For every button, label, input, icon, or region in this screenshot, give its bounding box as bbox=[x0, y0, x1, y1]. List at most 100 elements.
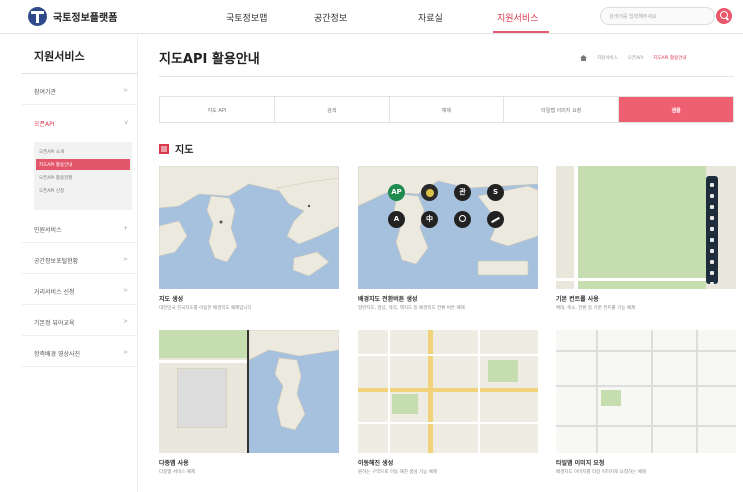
tab-example[interactable]: 예제 bbox=[390, 97, 505, 122]
chevron-right-icon: > bbox=[122, 349, 128, 356]
zoom-level-icon[interactable] bbox=[710, 205, 714, 209]
search-input[interactable]: 검색어를 입력해주세요 bbox=[600, 7, 715, 25]
zoom-level-icon[interactable] bbox=[710, 216, 714, 220]
submenu-item-intro[interactable]: 오픈API 소개 bbox=[36, 146, 130, 157]
breadcrumb-current: 지도API 활용안내 bbox=[653, 56, 687, 61]
card-title[interactable]: 다중맵 사용 bbox=[159, 458, 189, 467]
plus-icon: + bbox=[122, 225, 128, 232]
card-title[interactable]: 기본 컨트롤 사용 bbox=[556, 294, 599, 303]
road bbox=[358, 354, 538, 356]
zoom-level-icon[interactable] bbox=[710, 194, 714, 198]
satellite-icon bbox=[425, 188, 434, 197]
submenu-item-status[interactable]: 오픈API 활용현황 bbox=[36, 172, 130, 183]
basemap-button-chinese[interactable]: 中 bbox=[421, 211, 438, 228]
zoom-in-icon[interactable] bbox=[710, 183, 714, 187]
sidebar-item-label: 민원서비스 bbox=[34, 227, 62, 234]
basemap-button-ap[interactable]: AP bbox=[388, 184, 405, 201]
site-logo[interactable]: 국토정보플랫폼 bbox=[28, 7, 117, 26]
zoom-out-icon[interactable] bbox=[710, 282, 714, 286]
map-thumbnail[interactable] bbox=[556, 166, 736, 289]
card-title[interactable]: 타일맵 이미지 요청 bbox=[556, 458, 604, 467]
breadcrumb-item[interactable]: 오픈API bbox=[628, 55, 643, 61]
road bbox=[159, 360, 247, 363]
sidebar-item-participants[interactable]: 참여기관 > bbox=[22, 75, 138, 105]
card-description: 대한민국 전국지도를 이용한 배경지도 예제입니다 bbox=[159, 306, 252, 311]
road bbox=[388, 330, 390, 453]
basemap-button-s[interactable]: S bbox=[487, 184, 504, 201]
road bbox=[696, 330, 698, 453]
chevron-right-icon: > bbox=[122, 287, 128, 294]
tab-sample[interactable]: 샘플 bbox=[619, 97, 733, 122]
sidebar: 지원서비스 참여기관 > 오픈API v 오픈API 소개 지도API 활용안내 오… bbox=[22, 35, 138, 492]
road bbox=[556, 350, 736, 352]
zoom-level-icon[interactable] bbox=[710, 227, 714, 231]
road bbox=[556, 425, 736, 427]
sidebar-item-civil[interactable]: 민원서비스 + bbox=[22, 213, 138, 243]
map-thumbnail[interactable]: AP 관 S A 中 bbox=[358, 166, 538, 289]
zoom-level-icon[interactable] bbox=[710, 238, 714, 242]
sidebar-item-distance[interactable]: 거리서비스 신청 > bbox=[22, 275, 138, 305]
card-description: 확대, 축소, 전환 등 기본 컨트롤 기능 예제 bbox=[556, 306, 636, 311]
card-description: 배경지도 이미지를 타일 이미지로 요청하는 예제 bbox=[556, 470, 646, 475]
breadcrumb: 지원서비스 오픈API 지도API 활용안내 bbox=[580, 55, 687, 61]
chevron-right-icon: > bbox=[122, 318, 128, 325]
chevron-down-icon: v bbox=[124, 119, 128, 126]
map-thumbnail[interactable] bbox=[159, 166, 339, 289]
active-nav-underline bbox=[493, 31, 549, 33]
route-icon bbox=[491, 216, 500, 223]
map-thumbnail[interactable] bbox=[556, 330, 736, 453]
map-thumbnail[interactable] bbox=[159, 330, 339, 453]
title-divider bbox=[159, 76, 734, 77]
map-split-divider[interactable] bbox=[247, 330, 249, 453]
nav-item-map[interactable]: 국토정보맵 bbox=[226, 11, 267, 24]
submenu-item-guide[interactable]: 지도API 활용안내 bbox=[36, 159, 130, 170]
section-title: 지도 bbox=[175, 145, 194, 156]
sidebar-item-openapi[interactable]: 오픈API v bbox=[22, 107, 138, 137]
map-thumbnail[interactable] bbox=[358, 330, 538, 453]
chevron-right-icon: > bbox=[122, 256, 128, 263]
korea-map-image bbox=[159, 166, 339, 289]
park-area bbox=[488, 360, 518, 382]
road bbox=[358, 388, 538, 392]
sidebar-item-label: 오픈API bbox=[34, 121, 55, 128]
tab-tile-image[interactable]: 타일맵 이미지 요청 bbox=[504, 97, 620, 122]
tab-search[interactable]: 검색 bbox=[275, 97, 390, 122]
map-zoom-control[interactable] bbox=[706, 176, 718, 286]
zoom-level-icon[interactable] bbox=[710, 271, 714, 275]
breadcrumb-item[interactable]: 지원서비스 bbox=[597, 55, 618, 61]
sidebar-item-label: 항측배경 영상사진 bbox=[34, 351, 81, 358]
person-icon bbox=[459, 215, 466, 222]
home-icon[interactable] bbox=[580, 55, 587, 61]
card-title[interactable]: 이동해진 생성 bbox=[358, 458, 393, 467]
card-description: 원하는 구역으로 이동 해진 생성 기능 예제 bbox=[358, 470, 437, 475]
card-title[interactable]: 배경지도 전환버튼 생성 bbox=[358, 294, 417, 303]
sidebar-item-label: 거리서비스 신청 bbox=[34, 289, 75, 296]
sidebar-item-viewer-edu[interactable]: 기본정 뷰어교육 > bbox=[22, 306, 138, 336]
search-button[interactable] bbox=[716, 8, 732, 24]
tab-map-api[interactable]: 지도 API bbox=[160, 97, 275, 122]
logo-icon bbox=[28, 7, 47, 26]
basemap-button-a[interactable]: A bbox=[388, 211, 405, 228]
nav-item-archive[interactable]: 자료실 bbox=[418, 11, 443, 24]
road bbox=[556, 385, 736, 387]
submenu-item-apply[interactable]: 오픈API 신청 bbox=[36, 185, 130, 196]
sidebar-divider bbox=[22, 73, 138, 74]
road bbox=[596, 330, 598, 453]
page-title: 지도API 활용안내 bbox=[159, 52, 260, 67]
basemap-button-satellite[interactable] bbox=[421, 184, 438, 201]
road bbox=[651, 330, 653, 453]
basemap-button-route[interactable] bbox=[487, 211, 504, 228]
basemap-button-view[interactable]: 관 bbox=[454, 184, 471, 201]
korea-map-image bbox=[358, 166, 538, 289]
nav-item-spatial[interactable]: 공간정보 bbox=[314, 11, 347, 24]
sidebar-item-aerial[interactable]: 항측배경 영상사진 > bbox=[22, 337, 138, 367]
sidebar-item-label: 공간정보포털현황 bbox=[34, 258, 79, 265]
sidebar-item-portal-status[interactable]: 공간정보포털현황 > bbox=[22, 244, 138, 274]
tab-bar: 지도 API 검색 예제 타일맵 이미지 요청 샘플 bbox=[159, 96, 734, 123]
nav-item-support[interactable]: 지원서비스 bbox=[497, 11, 538, 24]
card-title[interactable]: 지도 생성 bbox=[159, 294, 183, 303]
sidebar-submenu: 오픈API 소개 지도API 활용안내 오픈API 활용현황 오픈API 신청 bbox=[34, 142, 132, 210]
basemap-button-person[interactable] bbox=[454, 211, 471, 228]
zoom-level-icon[interactable] bbox=[710, 249, 714, 253]
zoom-level-icon[interactable] bbox=[710, 260, 714, 264]
